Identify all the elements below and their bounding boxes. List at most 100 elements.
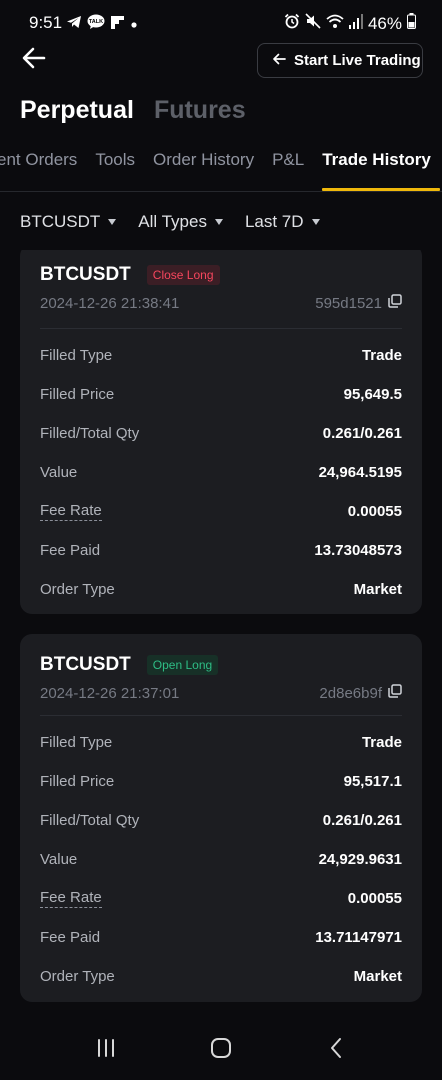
detail-row: Filled Type Trade xyxy=(40,344,402,366)
detail-value: 0.00055 xyxy=(347,502,402,520)
trade-timestamp: 2024-12-26 21:38:41 xyxy=(40,295,180,312)
telegram-icon xyxy=(66,14,82,35)
trade-symbol: BTCUSDT xyxy=(40,264,131,285)
detail-label: Value xyxy=(40,850,78,868)
caret-down-icon xyxy=(311,219,320,225)
system-back-button[interactable] xyxy=(316,1030,356,1070)
trade-timestamp: 2024-12-26 21:37:01 xyxy=(40,685,180,702)
detail-value: 0.261/0.261 xyxy=(322,811,402,829)
period-filter[interactable]: Last 7D xyxy=(245,212,320,232)
order-id[interactable]: 2d8e6b9f xyxy=(319,684,402,702)
talk-icon: TALK xyxy=(87,14,105,35)
detail-row: Fee Paid 13.71147971 xyxy=(40,926,402,948)
fee-rate-tooltip-label[interactable]: Fee Rate xyxy=(40,889,102,908)
back-icon xyxy=(329,1037,343,1064)
detail-label: Order Type xyxy=(40,967,115,985)
wifi-icon xyxy=(326,13,344,34)
detail-row: Filled Type Trade xyxy=(40,731,402,753)
tab-perpetual[interactable]: Perpetual xyxy=(20,96,134,125)
detail-label: Filled Price xyxy=(40,772,115,790)
detail-label: Order Type xyxy=(40,580,115,598)
trade-symbol: BTCUSDT xyxy=(40,654,131,675)
copy-icon[interactable] xyxy=(388,294,402,312)
history-tabs: ent Orders Tools Order History P&L Trade… xyxy=(0,140,442,192)
detail-row: Filled/Total Qty 0.261/0.261 xyxy=(40,422,402,444)
tab-tools[interactable]: Tools xyxy=(86,150,144,190)
symbol-filter[interactable]: BTCUSDT xyxy=(20,212,117,232)
tab-current-orders[interactable]: ent Orders xyxy=(0,150,86,190)
detail-value: 0.00055 xyxy=(347,889,402,907)
mute-icon xyxy=(305,13,321,34)
tab-futures[interactable]: Futures xyxy=(154,96,246,125)
detail-label: Fee Paid xyxy=(40,541,101,559)
back-button[interactable] xyxy=(20,46,48,74)
side-badge: Open Long xyxy=(146,655,219,675)
detail-row: Value 24,929.9631 xyxy=(40,848,402,870)
trade-list[interactable]: BTCUSDT Close Long 2024-12-26 21:38:41 5… xyxy=(0,250,442,1020)
alarm-icon xyxy=(284,13,300,34)
home-icon xyxy=(210,1037,232,1064)
type-filter-label: All Types xyxy=(138,212,207,231)
card-divider xyxy=(40,715,402,716)
order-id-value: 595d1521 xyxy=(315,294,382,312)
copy-icon[interactable] xyxy=(388,684,402,702)
order-id[interactable]: 595d1521 xyxy=(315,294,402,312)
signal-icon xyxy=(348,13,363,34)
detail-row: Filled Price 95,517.1 xyxy=(40,770,402,792)
side-badge: Close Long xyxy=(146,265,220,285)
svg-text:TALK: TALK xyxy=(89,19,103,25)
caret-down-icon xyxy=(108,219,117,225)
battery-percent: 46% xyxy=(367,13,402,33)
symbol-filter-label: BTCUSDT xyxy=(20,212,101,231)
fee-rate-tooltip-label[interactable]: Fee Rate xyxy=(40,502,102,521)
card-divider xyxy=(40,328,402,329)
trade-card: BTCUSDT Close Long 2024-12-26 21:38:41 5… xyxy=(20,250,422,614)
detail-value: 0.261/0.261 xyxy=(322,424,402,442)
detail-value: Trade xyxy=(361,346,402,364)
flipboard-icon xyxy=(110,15,125,35)
order-id-value: 2d8e6b9f xyxy=(319,684,382,702)
detail-label: Filled Type xyxy=(40,346,113,364)
detail-label: Filled/Total Qty xyxy=(40,424,140,442)
tab-pnl[interactable]: P&L xyxy=(263,150,313,190)
home-button[interactable] xyxy=(201,1030,241,1070)
start-live-trading-label: Start Live Trading xyxy=(294,52,421,69)
tab-trade-history[interactable]: Trade History xyxy=(313,150,440,191)
filter-bar: BTCUSDT All Types Last 7D xyxy=(20,212,320,232)
detail-row: Order Type Market xyxy=(40,965,402,987)
type-filter[interactable]: All Types xyxy=(138,212,223,232)
detail-value: Trade xyxy=(361,733,402,751)
title-row: Perpetual Futures xyxy=(20,96,246,125)
detail-value: 13.71147971 xyxy=(315,928,402,946)
arrow-left-icon xyxy=(22,47,46,74)
detail-row: Filled/Total Qty 0.261/0.261 xyxy=(40,809,402,831)
detail-label: Value xyxy=(40,463,78,481)
detail-row: Fee Rate 0.00055 xyxy=(40,887,402,909)
recents-button[interactable] xyxy=(86,1030,126,1070)
status-time: 9:51 xyxy=(29,13,63,32)
battery-icon xyxy=(407,13,416,34)
detail-value: 24,929.9631 xyxy=(318,850,402,868)
tab-order-history[interactable]: Order History xyxy=(144,150,263,190)
detail-label: Filled Price xyxy=(40,385,115,403)
detail-value: 95,517.1 xyxy=(343,772,402,790)
period-filter-label: Last 7D xyxy=(244,212,304,231)
system-nav-bar xyxy=(0,1020,442,1080)
detail-label: Filled/Total Qty xyxy=(40,811,140,829)
start-live-trading-button[interactable]: Start Live Trading xyxy=(257,43,423,78)
detail-label: Filled Type xyxy=(40,733,113,751)
detail-value: 13.73048573 xyxy=(314,541,402,559)
detail-value: Market xyxy=(353,967,402,985)
detail-row: Value 24,964.5195 xyxy=(40,461,402,483)
trade-card: BTCUSDT Open Long 2024-12-26 21:37:01 2d… xyxy=(20,634,422,1002)
caret-down-icon xyxy=(214,219,223,225)
detail-row: Filled Price 95,649.5 xyxy=(40,383,402,405)
dot-icon xyxy=(130,16,138,34)
detail-label: Fee Paid xyxy=(40,928,101,946)
detail-value: 95,649.5 xyxy=(343,385,402,403)
recents-icon xyxy=(96,1038,116,1063)
detail-row: Fee Paid 13.73048573 xyxy=(40,539,402,561)
detail-value: Market xyxy=(353,580,402,598)
detail-row: Order Type Market xyxy=(40,578,402,600)
arrow-left-icon xyxy=(272,52,286,70)
